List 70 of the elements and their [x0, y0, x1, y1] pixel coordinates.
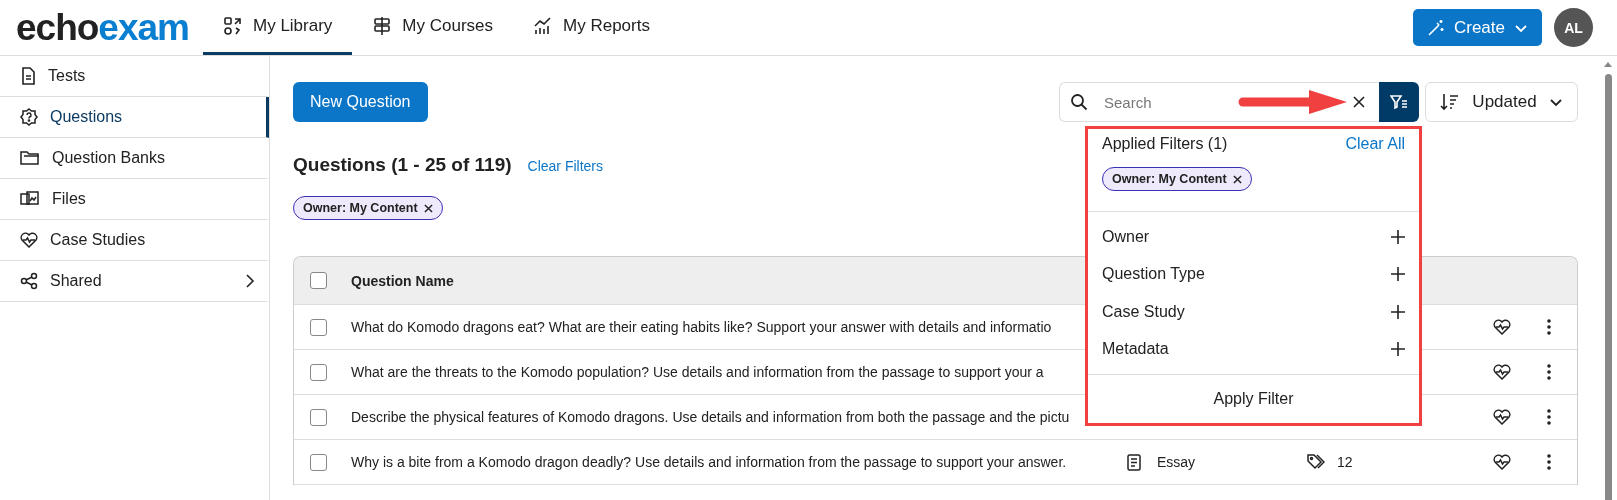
sidebar-item[interactable]: Questions [0, 97, 269, 138]
filter-section[interactable]: Owner [1088, 218, 1419, 256]
plus-icon [1391, 304, 1405, 319]
create-button[interactable]: Create [1412, 9, 1542, 46]
remove-icon[interactable] [1232, 174, 1242, 184]
clear-filters-link[interactable]: Clear Filters [527, 158, 604, 174]
search-field[interactable]: Search [1059, 82, 1379, 122]
document-icon [20, 67, 36, 85]
plus-icon [1391, 229, 1405, 244]
table-cell-text: Why is a bite from a Komodo dragon deadly? Use details and information from the passage to support your answer. [351, 454, 1068, 470]
signpost-icon [372, 16, 393, 36]
row-checkbox[interactable] [310, 408, 327, 426]
plus-icon [1391, 267, 1405, 282]
sort-dropdown[interactable]: Updated [1425, 82, 1578, 122]
folder-icon [20, 149, 40, 167]
share-icon [20, 272, 38, 290]
search-icon [1070, 93, 1088, 111]
nav-tab[interactable]: My Courses [352, 0, 514, 55]
sort-icon [1440, 93, 1461, 111]
shapes-icon [223, 16, 243, 36]
heart-pulse-icon[interactable] [1493, 364, 1511, 380]
filter-section[interactable]: Question Type [1088, 255, 1419, 293]
clear-all-link[interactable]: Clear All [1345, 135, 1405, 153]
more-icon[interactable] [1547, 364, 1551, 380]
filter-section[interactable]: Metadata [1088, 330, 1419, 368]
chevron-right-icon [244, 274, 256, 288]
sidebar-item[interactable]: Case Studies [0, 220, 269, 261]
filter-button[interactable] [1379, 82, 1419, 122]
heart-pulse-icon[interactable] [1493, 454, 1511, 470]
sidebar-item[interactable]: Files [0, 179, 269, 220]
select-all-checkbox[interactable] [310, 272, 327, 289]
filter-chip[interactable]: Owner: My Content [293, 196, 443, 220]
table-cell-text: What are the threats to the Komodo population? Use details and information from the passage to support your a [351, 364, 1045, 380]
question-badge-icon [20, 108, 38, 126]
table-cell: 12 [1337, 454, 1353, 470]
tag-icon [1307, 454, 1325, 470]
media-files-icon [20, 190, 40, 208]
sidebar-item[interactable]: Tests [0, 56, 269, 97]
document-icon [1127, 453, 1141, 471]
table-cell-text: What do Komodo dragons eat? What are their eating habits like? Support your answer with details and informatio [351, 319, 1053, 335]
row-checkbox[interactable] [310, 318, 327, 336]
heart-pulse-icon [20, 232, 38, 248]
nav-tab[interactable]: My Library [203, 0, 353, 55]
nav-tab[interactable]: My Reports [513, 0, 670, 55]
remove-icon[interactable] [423, 203, 433, 213]
more-icon[interactable] [1547, 409, 1551, 425]
filter-section[interactable]: Case Study [1088, 293, 1419, 331]
more-icon[interactable] [1547, 319, 1551, 335]
heart-pulse-icon[interactable] [1493, 409, 1511, 425]
column-header[interactable]: Question Name [351, 272, 454, 289]
heart-pulse-icon[interactable] [1493, 319, 1511, 335]
row-checkbox[interactable] [310, 363, 327, 381]
apply-filter-button[interactable]: Apply Filter [1088, 375, 1419, 423]
table-cell-text: Describe the physical features of Komodo dragons. Use details and information from both the passage and the pictu [351, 409, 1071, 425]
filter-icon [1390, 94, 1408, 110]
sidebar-item[interactable]: Shared [0, 261, 269, 302]
page-heading: Questions (1 - 25 of 119) [293, 154, 512, 176]
sidebar-item[interactable]: Question Banks [0, 138, 269, 179]
row-checkbox[interactable] [310, 453, 327, 471]
table-cell-text: Essay [1157, 454, 1197, 470]
new-question-button[interactable]: New Question [293, 82, 428, 122]
user-avatar[interactable]: AL [1554, 8, 1593, 47]
bar-chart-icon [533, 16, 554, 36]
panel-title: Applied Filters (1) [1102, 135, 1228, 153]
more-icon[interactable] [1547, 454, 1551, 470]
plus-icon [1391, 342, 1405, 357]
filter-chip[interactable]: Owner: My Content [1102, 167, 1252, 191]
clear-icon[interactable] [1353, 96, 1365, 108]
logo[interactable]: echoexam [16, 9, 189, 46]
magic-wand-icon [1426, 18, 1445, 37]
